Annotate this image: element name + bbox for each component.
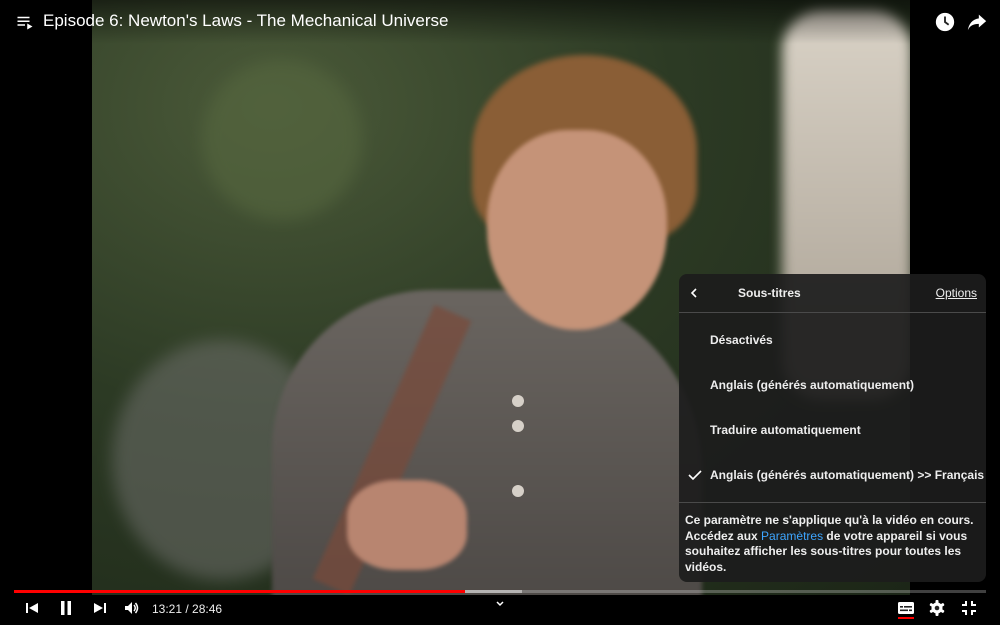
video-background-foliage <box>202 60 362 220</box>
top-bar: Episode 6: Newton's Laws - The Mechanica… <box>0 0 1000 44</box>
chevron-left-icon[interactable] <box>687 285 701 301</box>
previous-icon[interactable] <box>23 599 41 617</box>
subtitles-menu: Sous-titres Options Désactivés Anglais (… <box>679 274 986 582</box>
video-subject-face <box>487 130 667 330</box>
checkmark-icon <box>688 470 702 481</box>
gear-icon[interactable] <box>928 599 946 617</box>
menu-divider <box>679 502 986 503</box>
subtitle-option-label: Anglais (générés automatiquement) <box>710 378 915 392</box>
settings-link[interactable]: Paramètres <box>761 529 823 543</box>
time-display: 13:21 / 28:46 <box>152 602 223 616</box>
subtitle-option-english-auto[interactable]: Anglais (générés automatiquement) <box>679 367 986 403</box>
subtitles-note: Ce paramètre ne s'applique qu'à la vidéo… <box>685 513 977 575</box>
progress-played <box>14 590 465 593</box>
chevron-down-icon[interactable] <box>493 599 507 609</box>
pause-icon[interactable] <box>57 599 75 617</box>
subtitle-option-off[interactable]: Désactivés <box>679 322 986 358</box>
video-subject-hand <box>347 480 467 570</box>
playlist-icon[interactable] <box>16 13 34 31</box>
subtitles-icon[interactable] <box>897 599 915 617</box>
subtitle-option-label: Traduire automatiquement <box>710 423 861 437</box>
share-icon[interactable] <box>966 11 988 33</box>
subtitles-active-indicator <box>898 617 914 619</box>
watch-later-icon[interactable] <box>934 11 956 33</box>
exit-fullscreen-icon[interactable] <box>960 599 978 617</box>
next-icon[interactable] <box>91 599 109 617</box>
volume-icon[interactable] <box>123 599 141 617</box>
subtitle-option-label: Désactivés <box>710 333 773 347</box>
video-title[interactable]: Episode 6: Newton's Laws - The Mechanica… <box>43 11 448 31</box>
subtitle-option-auto-translate[interactable]: Traduire automatiquement <box>679 412 986 448</box>
progress-bar[interactable] <box>14 590 986 593</box>
subtitles-menu-header: Sous-titres Options <box>679 274 986 313</box>
subtitle-option-label: Anglais (générés automatiquement) >> Fra… <box>710 468 985 482</box>
subtitles-menu-title: Sous-titres <box>738 286 801 300</box>
options-link[interactable]: Options <box>936 286 977 300</box>
video-subject-button <box>512 420 524 432</box>
video-subject-button <box>512 395 524 407</box>
video-subject-button <box>512 485 524 497</box>
subtitle-option-english-to-french[interactable]: Anglais (générés automatiquement) >> Fra… <box>679 457 986 493</box>
